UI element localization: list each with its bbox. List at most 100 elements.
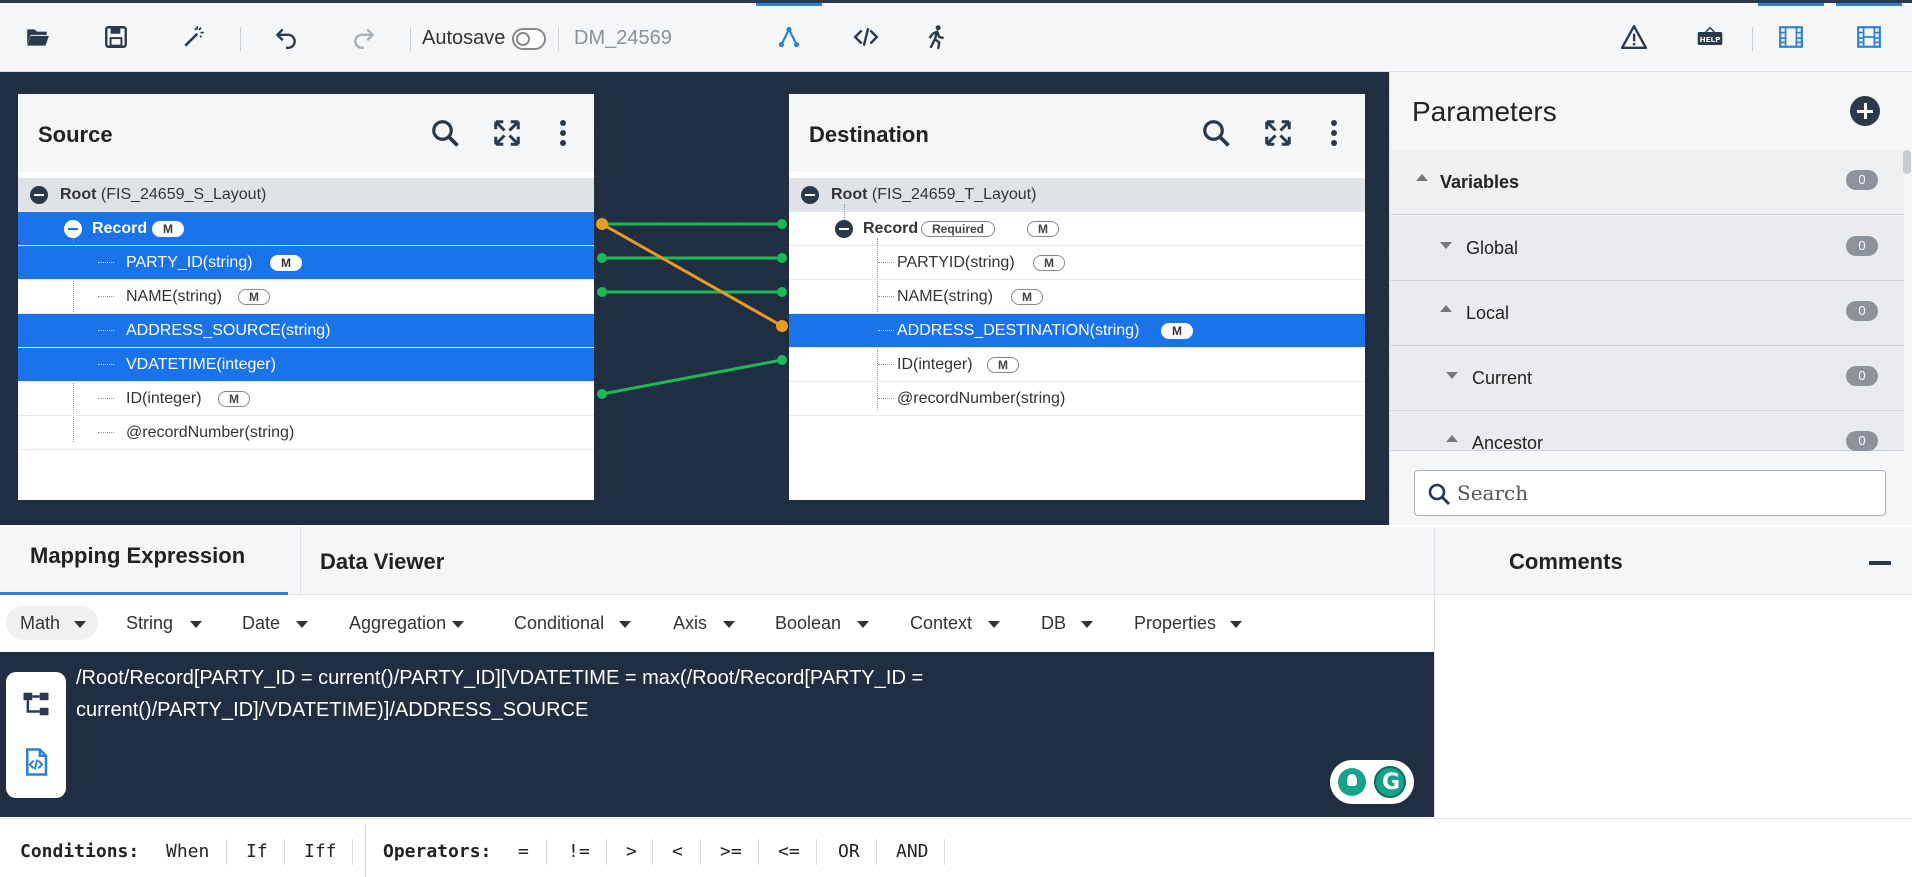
lightbulb-icon[interactable]	[1338, 768, 1366, 796]
operator-less-equal[interactable]: <=	[778, 841, 800, 862]
chevron-down-icon	[452, 621, 464, 628]
destination-title: Destination	[809, 122, 929, 147]
destination-field-row[interactable]: ADDRESS_DESTINATION(string) M	[789, 314, 1365, 348]
comments-title: Comments	[1509, 549, 1623, 574]
grammarly-icon[interactable]	[1374, 766, 1406, 798]
chevron-down-icon	[190, 621, 202, 628]
collapse-icon[interactable]	[835, 219, 853, 238]
parameter-row-current[interactable]: Current 0	[1390, 346, 1904, 411]
help-sign-icon[interactable]: HELP	[1690, 17, 1730, 57]
run-icon[interactable]	[916, 17, 956, 57]
expression-editor[interactable]: /Root/Record[PARTY_ID = current()/PARTY_…	[0, 652, 1434, 817]
parameter-count-badge: 0	[1846, 170, 1878, 190]
function-dropdown-conditional[interactable]: Conditional	[500, 606, 640, 640]
operator-greater-equal[interactable]: >=	[720, 841, 742, 862]
function-dropdown-axis[interactable]: Axis	[659, 606, 741, 640]
magic-wand-icon[interactable]	[174, 17, 214, 57]
function-dropdown-db[interactable]: DB	[1027, 606, 1097, 640]
code-file-icon[interactable]	[18, 744, 54, 780]
condition-iff[interactable]: Iff	[304, 841, 337, 862]
destination-field-row[interactable]: ID(integer) M	[789, 348, 1365, 382]
source-root-layout: (FIS_24659_S_Layout)	[100, 185, 267, 203]
expression-tabs: Mapping Expression Data Viewer	[0, 527, 1434, 595]
function-dropdown-string[interactable]: String	[112, 606, 216, 640]
source-field-row[interactable]: PARTY_ID(string) M	[18, 246, 594, 280]
tree-structure-icon[interactable]	[18, 686, 54, 722]
source-panel: Source Root (FIS_24659_S_Layout) Record …	[18, 94, 594, 500]
layout-panel-icon[interactable]	[1771, 17, 1811, 57]
comments-panel: Comments	[1434, 527, 1912, 817]
operator-or[interactable]: OR	[838, 841, 860, 862]
source-record-row[interactable]: Record M	[18, 212, 594, 246]
parameters-scrollbar[interactable]	[1903, 150, 1911, 450]
operator-and[interactable]: AND	[896, 841, 929, 862]
destination-expand-icon[interactable]	[1261, 116, 1295, 150]
destination-field-row[interactable]: @recordNumber(string)	[789, 382, 1365, 416]
destination-search-icon[interactable]	[1199, 116, 1233, 150]
function-dropdown-properties[interactable]: Properties	[1120, 606, 1248, 640]
parameter-count-badge: 0	[1846, 301, 1878, 321]
collapse-comments-button[interactable]	[1869, 561, 1891, 565]
source-field-row[interactable]: ADDRESS_SOURCE(string)	[18, 314, 594, 348]
parameter-row-local[interactable]: Local 0	[1390, 281, 1904, 346]
source-field-row[interactable]: NAME(string) M	[18, 280, 594, 314]
destination-field-label: NAME(string)	[897, 287, 994, 305]
film-panel-icon[interactable]	[1849, 17, 1889, 57]
source-more-icon[interactable]	[546, 116, 580, 150]
collapse-icon[interactable]	[64, 219, 82, 238]
caret-up-icon	[1416, 174, 1428, 181]
function-dropdown-boolean[interactable]: Boolean	[761, 606, 879, 640]
tab-data-viewer[interactable]: Data Viewer	[302, 527, 502, 595]
autosave-toggle[interactable]	[512, 28, 546, 50]
open-folder-icon[interactable]	[18, 17, 58, 57]
anchor-point	[597, 287, 607, 297]
source-expand-icon[interactable]	[490, 116, 524, 150]
condition-when[interactable]: When	[166, 841, 209, 862]
source-field-row[interactable]: ID(integer) M	[18, 382, 594, 416]
mapping-canvas[interactable]: Source Root (FIS_24659_S_Layout) Record …	[0, 72, 1389, 525]
destination-root-row[interactable]: Root (FIS_24659_T_Layout)	[789, 178, 1365, 212]
source-search-icon[interactable]	[428, 116, 462, 150]
destination-record-row[interactable]: Record Required M	[789, 212, 1365, 246]
parameter-search-input[interactable]	[1457, 479, 1877, 507]
function-label: Properties	[1134, 613, 1217, 633]
code-view-icon[interactable]	[846, 17, 886, 57]
source-field-label: VDATETIME(integer)	[126, 355, 276, 373]
function-label: String	[126, 613, 174, 633]
destination-field-label: @recordNumber(string)	[897, 389, 1066, 407]
anchor-point	[777, 219, 787, 229]
redo-icon[interactable]	[344, 17, 384, 57]
parameter-row-variables[interactable]: Variables 0	[1390, 150, 1904, 215]
function-dropdown-math[interactable]: Math	[6, 606, 98, 640]
operator-greater[interactable]: >	[626, 841, 637, 862]
source-field-row[interactable]: @recordNumber(string)	[18, 416, 594, 450]
parameter-row-ancestor[interactable]: Ancestor 0	[1390, 411, 1904, 453]
operators-label: Operators:	[383, 841, 492, 862]
editor-side-tools	[6, 672, 66, 798]
active-view-indicator	[756, 3, 822, 6]
source-field-row[interactable]: VDATETIME(integer)	[18, 348, 594, 382]
undo-icon[interactable]	[266, 17, 306, 57]
mapping-expression-text[interactable]: /Root/Record[PARTY_ID = current()/PARTY_…	[76, 662, 1096, 726]
parameter-row-global[interactable]: Global 0	[1390, 216, 1904, 281]
destination-field-row[interactable]: NAME(string) M	[789, 280, 1365, 314]
function-dropdown-context[interactable]: Context	[896, 606, 1010, 640]
save-icon[interactable]	[96, 17, 136, 57]
add-parameter-button[interactable]	[1850, 96, 1880, 126]
operator-not-equals[interactable]: !=	[568, 841, 590, 862]
destination-more-icon[interactable]	[1317, 116, 1351, 150]
source-root-row[interactable]: Root (FIS_24659_S_Layout)	[18, 178, 594, 212]
collapse-icon[interactable]	[30, 185, 48, 204]
chevron-down-icon	[988, 621, 1000, 628]
operator-equals[interactable]: =	[518, 841, 529, 862]
condition-if[interactable]: If	[246, 841, 268, 862]
function-dropdown-date[interactable]: Date	[228, 606, 316, 640]
function-dropdown-aggregation[interactable]: Aggregation	[335, 606, 485, 640]
operator-less[interactable]: <	[672, 841, 683, 862]
function-label: Axis	[673, 613, 708, 633]
collapse-icon[interactable]	[801, 185, 819, 204]
warning-icon[interactable]	[1614, 17, 1654, 57]
mapping-view-icon[interactable]	[769, 17, 809, 57]
destination-field-row[interactable]: PARTYID(string) M	[789, 246, 1365, 280]
tab-mapping-expression[interactable]: Mapping Expression	[0, 527, 288, 595]
